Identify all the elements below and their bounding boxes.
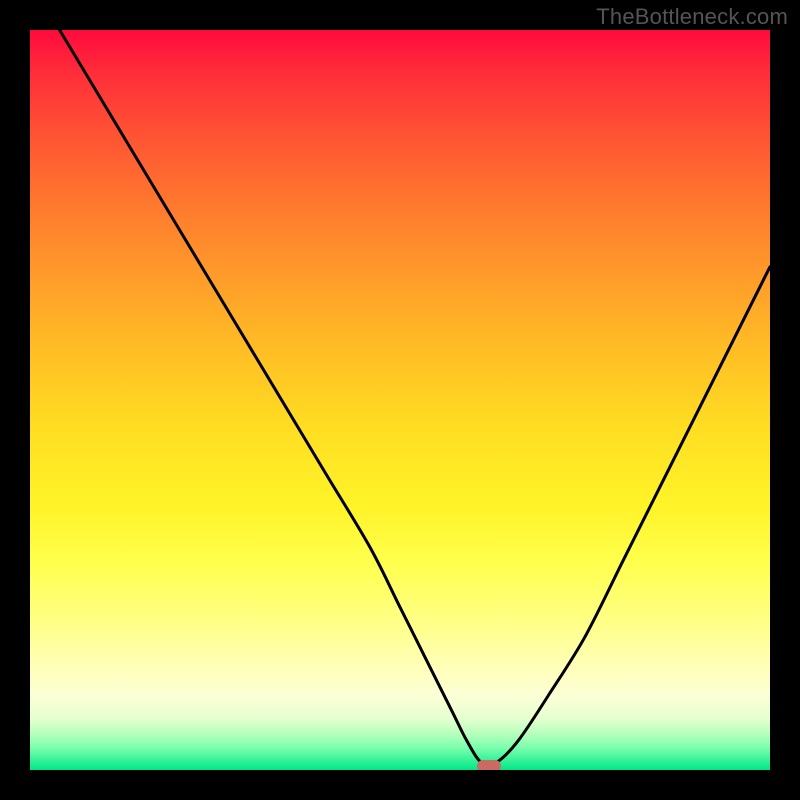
watermark-text: TheBottleneck.com <box>596 4 788 30</box>
optimal-point-marker <box>477 760 501 770</box>
bottleneck-curve <box>30 30 770 770</box>
plot-area <box>30 30 770 770</box>
